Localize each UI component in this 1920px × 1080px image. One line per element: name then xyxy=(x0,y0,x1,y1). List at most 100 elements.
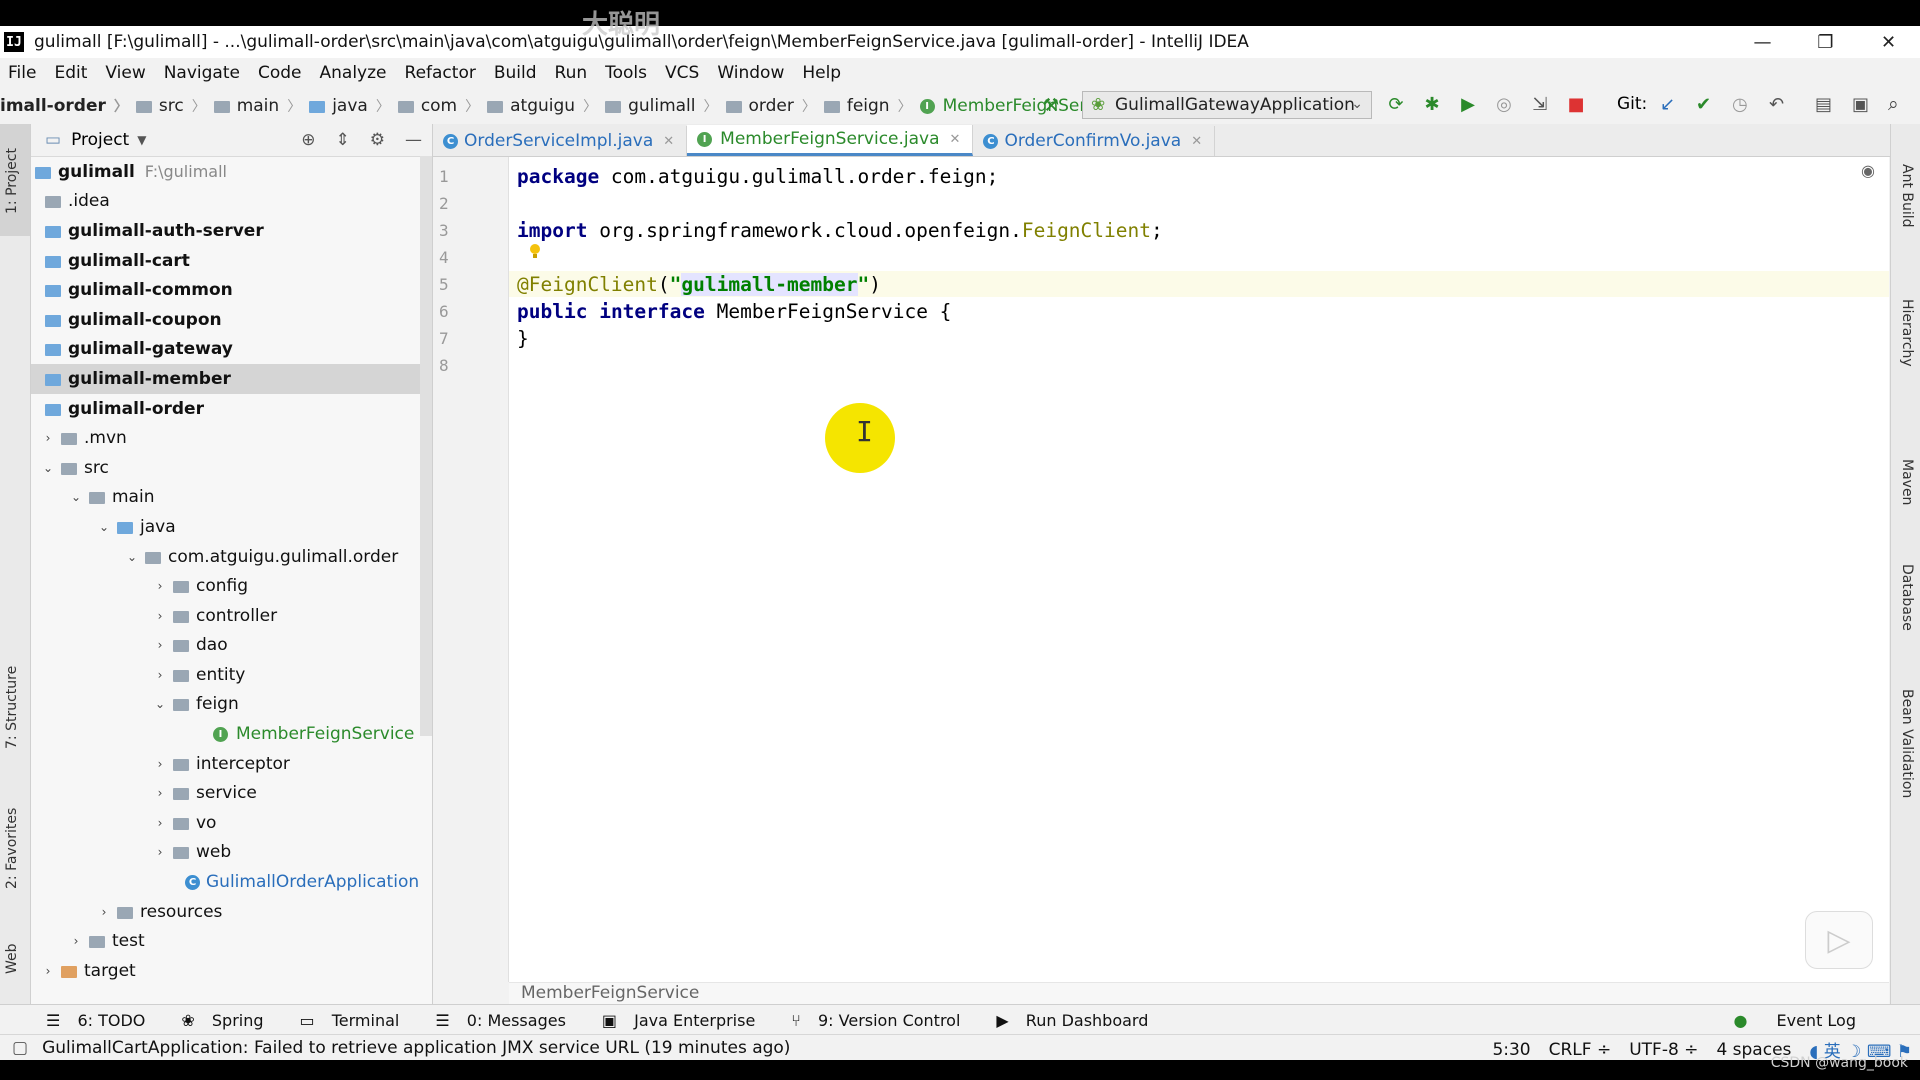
tree-item[interactable]: › config xyxy=(31,571,432,601)
chevron-down-icon[interactable]: ⌄ xyxy=(67,490,85,504)
menu-view[interactable]: View xyxy=(96,63,154,83)
restore-button[interactable]: ❐ xyxy=(1794,26,1857,58)
tree-item[interactable]: › web xyxy=(31,838,432,868)
close-icon[interactable]: ✕ xyxy=(663,134,674,149)
chevron-right-icon[interactable]: › xyxy=(39,964,57,978)
tool-structure-label[interactable]: 7: Structure xyxy=(4,666,20,749)
tree-item[interactable]: › entity xyxy=(31,660,432,690)
hide-icon[interactable]: — xyxy=(405,130,422,150)
chevron-right-icon[interactable]: › xyxy=(67,934,85,948)
tree-item[interactable]: › dao xyxy=(31,631,432,661)
close-button[interactable]: ✕ xyxy=(1857,26,1920,58)
chevron-right-icon[interactable]: › xyxy=(151,579,169,593)
tool-ant-build-label[interactable]: Ant Build xyxy=(1899,164,1915,228)
chevron-right-icon[interactable]: › xyxy=(95,905,113,919)
profile-icon[interactable]: ◎ xyxy=(1493,94,1515,115)
spring-tool-button[interactable]: ❀ Spring xyxy=(181,1011,275,1030)
stop-icon[interactable]: ■ xyxy=(1565,94,1587,115)
build-hammer-icon[interactable]: ⚒ xyxy=(1043,95,1059,116)
git-update-icon[interactable]: ↙ xyxy=(1660,94,1675,115)
debug-icon[interactable]: ✱ xyxy=(1421,94,1443,115)
tree-item[interactable]: ⌄ main xyxy=(31,483,432,513)
run-configuration-select[interactable]: ❀ GulimallGatewayApplication ⌄ xyxy=(1082,91,1372,119)
tool-maven-label[interactable]: Maven xyxy=(1899,459,1915,505)
line-separator[interactable]: CRLF ÷ xyxy=(1549,1040,1612,1060)
chevron-right-icon[interactable]: › xyxy=(151,638,169,652)
tree-item[interactable]: gulimall-cart xyxy=(31,246,432,276)
chevron-down-icon[interactable]: ⌄ xyxy=(95,520,113,534)
menu-vcs[interactable]: VCS xyxy=(656,63,708,83)
tree-item[interactable]: I MemberFeignService xyxy=(31,719,432,749)
tree-item[interactable]: › target xyxy=(31,956,432,986)
tool-favorites-label[interactable]: 2: Favorites xyxy=(4,808,20,889)
presentation-icon[interactable]: ▣ xyxy=(1852,94,1869,115)
close-icon[interactable]: ✕ xyxy=(1191,134,1202,149)
chevron-right-icon[interactable]: › xyxy=(151,786,169,800)
tree-item-selected[interactable]: gulimall-member xyxy=(31,364,432,394)
collapse-all-icon[interactable]: ⇕ xyxy=(336,130,350,150)
chevron-down-icon[interactable]: ⌄ xyxy=(123,550,141,564)
status-panel-icon[interactable]: ▢ xyxy=(12,1038,28,1058)
chevron-down-icon[interactable]: ⌄ xyxy=(39,461,57,475)
nav-crumb-java[interactable]: java 〉 xyxy=(309,96,398,116)
messages-tool-button[interactable]: ☰ 0: Messages xyxy=(435,1011,578,1030)
chevron-right-icon[interactable]: › xyxy=(151,757,169,771)
tree-item[interactable]: › .mvn xyxy=(31,423,432,453)
chevron-down-icon[interactable]: ⌄ xyxy=(151,697,169,711)
nav-crumb-order[interactable]: order 〉 xyxy=(725,96,824,116)
event-log-button[interactable]: ● Event Log xyxy=(1721,1011,1868,1030)
tool-web-label[interactable]: Web xyxy=(4,943,20,974)
status-message[interactable]: GulimallCartApplication: Failed to retri… xyxy=(42,1038,790,1058)
nav-crumb-atguigu[interactable]: atguigu 〉 xyxy=(487,96,605,116)
nav-crumb-main[interactable]: main 〉 xyxy=(213,96,309,116)
menu-edit[interactable]: Edit xyxy=(45,63,96,83)
menu-analyze[interactable]: Analyze xyxy=(311,63,396,83)
menu-file[interactable]: File xyxy=(0,63,45,83)
tree-item[interactable]: gulimall F:\gulimall xyxy=(31,157,432,187)
tree-item[interactable]: › interceptor xyxy=(31,749,432,779)
locate-icon[interactable]: ⊕ xyxy=(301,130,315,150)
git-commit-icon[interactable]: ✔ xyxy=(1696,94,1711,115)
attach-icon[interactable]: ⇲ xyxy=(1529,94,1551,115)
tab-order-confirm-vo[interactable]: C OrderConfirmVo.java ✕ xyxy=(973,126,1216,156)
close-icon[interactable]: ✕ xyxy=(950,132,961,147)
tree-item[interactable]: › service xyxy=(31,778,432,808)
tree-item[interactable]: C GulimallOrderApplication xyxy=(31,867,432,897)
chevron-right-icon[interactable]: › xyxy=(151,845,169,859)
tree-item[interactable]: gulimall-common xyxy=(31,275,432,305)
java-enterprise-tool-button[interactable]: ▣ Java Enterprise xyxy=(602,1011,767,1030)
run-with-coverage-icon[interactable]: ▶ xyxy=(1457,94,1479,115)
tree-item[interactable]: ⌄ java xyxy=(31,512,432,542)
todo-tool-button[interactable]: ☰ 6: TODO xyxy=(46,1011,157,1030)
tree-item[interactable]: .idea xyxy=(31,187,432,217)
chevron-right-icon[interactable]: › xyxy=(151,816,169,830)
git-rollback-icon[interactable]: ↶ xyxy=(1769,94,1784,115)
git-history-icon[interactable]: ◷ xyxy=(1732,94,1748,115)
menu-run[interactable]: Run xyxy=(546,63,597,83)
play-overlay-button[interactable]: ▷ xyxy=(1805,911,1873,969)
code-editor[interactable]: package com.atguigu.gulimall.order.feign… xyxy=(509,157,1889,982)
minimize-button[interactable]: — xyxy=(1731,26,1794,58)
tree-item[interactable]: gulimall-auth-server xyxy=(31,216,432,246)
project-scrollbar[interactable] xyxy=(420,156,432,736)
nav-crumb-feign[interactable]: feign 〉 xyxy=(823,96,920,116)
file-encoding[interactable]: UTF-8 ÷ xyxy=(1629,1040,1698,1060)
caret-position[interactable]: 5:30 xyxy=(1492,1040,1530,1060)
search-icon[interactable]: ⌕ xyxy=(1888,93,1899,115)
tree-item[interactable]: gulimall-gateway xyxy=(31,335,432,365)
terminal-tool-button[interactable]: ▭ Terminal xyxy=(300,1011,412,1030)
tool-hierarchy-label[interactable]: Hierarchy xyxy=(1899,299,1915,367)
gear-icon[interactable]: ⚙ xyxy=(370,130,385,150)
tool-project-label[interactable]: 1: Project xyxy=(4,148,20,214)
lightbulb-icon[interactable] xyxy=(529,243,541,259)
rerun-icon[interactable]: ⟳ xyxy=(1385,94,1407,115)
tree-item[interactable]: ⌄ src xyxy=(31,453,432,483)
tree-item[interactable]: › test xyxy=(31,926,432,956)
run-dashboard-tool-button[interactable]: ▶ Run Dashboard xyxy=(996,1011,1160,1030)
nav-module[interactable]: imall-order 〉 xyxy=(0,96,136,116)
menu-window[interactable]: Window xyxy=(708,63,793,83)
chevron-down-icon[interactable]: ▼ xyxy=(137,133,146,147)
menu-navigate[interactable]: Navigate xyxy=(155,63,249,83)
tree-item[interactable]: ⌄ com.atguigu.gulimall.order xyxy=(31,542,432,572)
menu-build[interactable]: Build xyxy=(485,63,546,83)
